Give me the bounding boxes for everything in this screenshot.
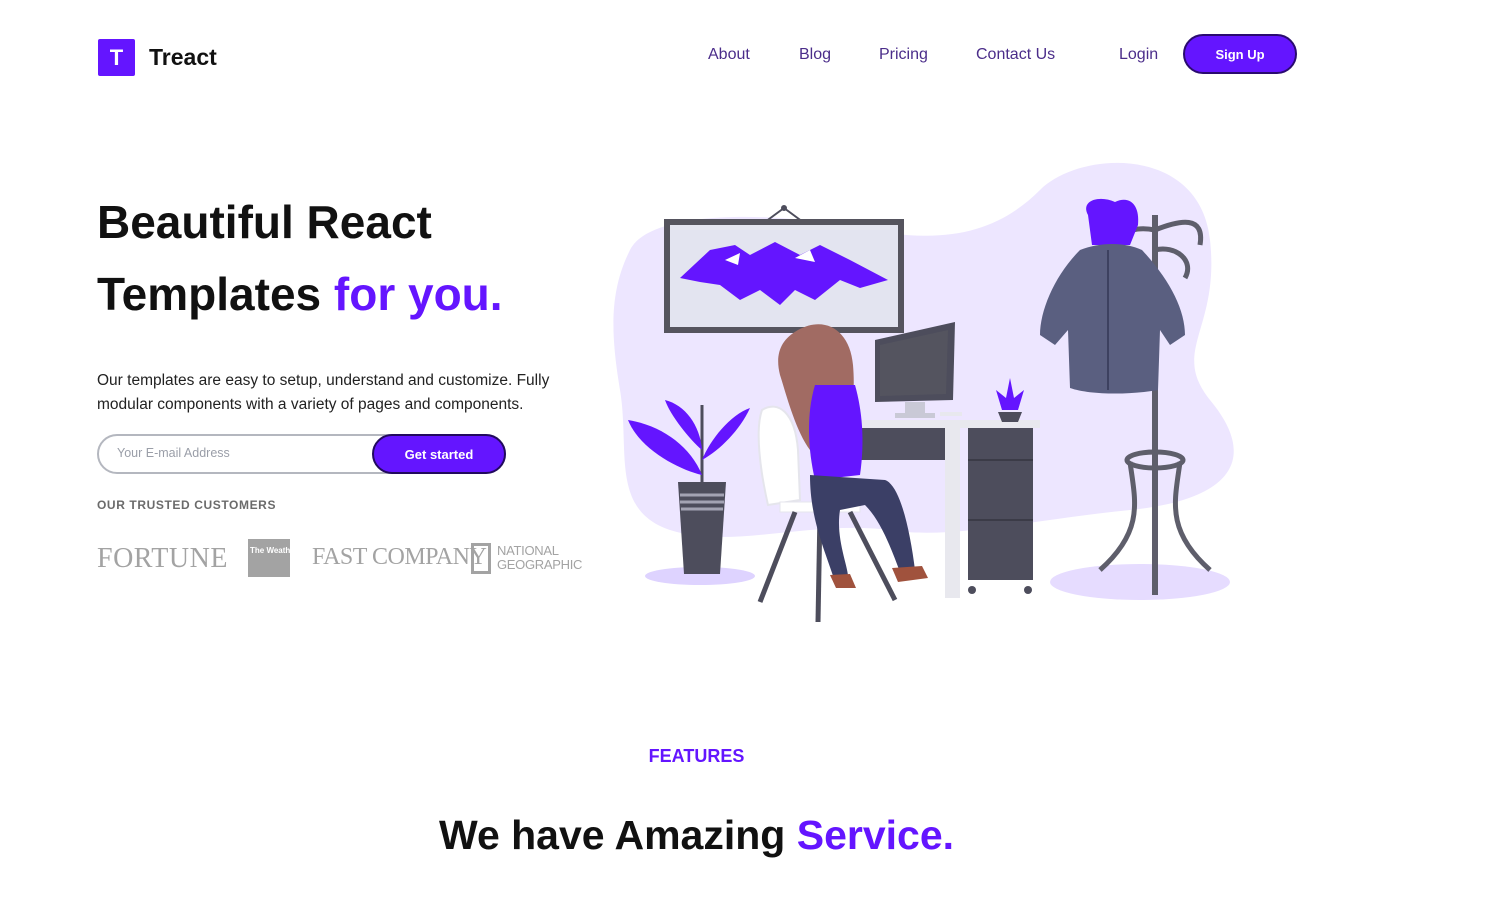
trusted-customers-heading: OUR TRUSTED CUSTOMERS bbox=[97, 498, 277, 512]
hero-headline: Beautiful React Templates for you. bbox=[97, 186, 503, 330]
logo-mark: T bbox=[98, 39, 135, 76]
hero-illustration bbox=[613, 162, 1234, 623]
hero-headline-line1: Beautiful React bbox=[97, 196, 432, 248]
features-heading-main: We have Amazing bbox=[438, 812, 786, 858]
fortune-logo: FORTUNE bbox=[97, 543, 228, 574]
nav-link-about[interactable]: About bbox=[708, 46, 750, 64]
nav-link-contact[interactable]: Contact Us bbox=[976, 46, 1055, 64]
mountain-picture bbox=[664, 205, 904, 333]
fast-company-logo: FAST COMPANY bbox=[312, 544, 487, 570]
get-started-button[interactable]: Get started bbox=[372, 434, 506, 474]
logo[interactable]: T Treact bbox=[98, 39, 217, 76]
signup-button[interactable]: Sign Up bbox=[1183, 34, 1297, 74]
features-heading: We have Amazing Service. bbox=[0, 812, 1393, 859]
logo-text: Treact bbox=[149, 44, 217, 70]
natgeo-text: NATIONAL GEOGRAPHIC bbox=[497, 543, 583, 572]
hero-description: Our templates are easy to setup, underst… bbox=[97, 372, 550, 413]
features-label: FEATURES bbox=[648, 746, 745, 766]
hero-headline-accent: for you. bbox=[333, 268, 503, 320]
features-heading-accent: Service. bbox=[796, 812, 955, 858]
national-geographic-logo: NATIONAL GEOGRAPHIC bbox=[497, 543, 583, 572]
email-field[interactable] bbox=[117, 446, 357, 460]
hero-headline-line2: Templates bbox=[97, 268, 322, 320]
coat-rack-shadow bbox=[1050, 564, 1230, 600]
nav-link-login[interactable]: Login bbox=[1119, 46, 1158, 64]
national-geographic-frame-icon bbox=[471, 543, 491, 574]
nav-link-blog[interactable]: Blog bbox=[799, 46, 831, 64]
weather-channel-logo: The Weather Channel bbox=[248, 539, 332, 577]
nav-link-pricing[interactable]: Pricing bbox=[879, 46, 928, 64]
